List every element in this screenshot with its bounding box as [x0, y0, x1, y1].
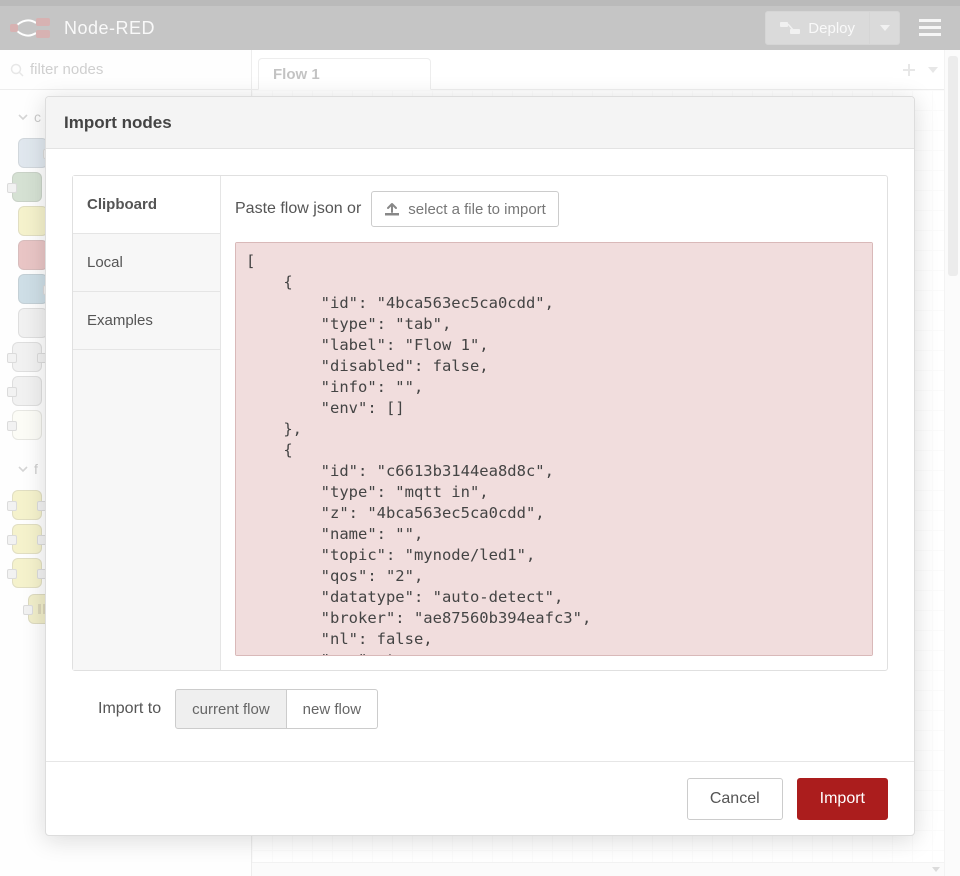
tab-local[interactable]: Local	[73, 234, 220, 292]
select-file-button[interactable]: select a file to import	[371, 191, 559, 227]
tab-examples[interactable]: Examples	[73, 292, 220, 350]
cancel-button[interactable]: Cancel	[687, 778, 783, 820]
import-to-current[interactable]: current flow	[175, 689, 287, 729]
import-to-new[interactable]: new flow	[287, 689, 378, 729]
import-to-toggle: current flow new flow	[175, 689, 378, 729]
import-to-label: Import to	[98, 700, 161, 718]
dialog-footer: Cancel Import	[46, 761, 914, 835]
import-to-row: Import to current flow new flow	[72, 671, 888, 735]
paste-label: Paste flow json or	[235, 200, 361, 218]
upload-icon	[384, 202, 400, 216]
flow-json-textarea[interactable]	[235, 242, 873, 656]
tab-clipboard[interactable]: Clipboard	[73, 176, 220, 234]
select-file-label: select a file to import	[408, 201, 546, 218]
dialog-title: Import nodes	[64, 113, 172, 133]
paste-row: Paste flow json or select a file to impo…	[235, 188, 873, 230]
import-button[interactable]: Import	[797, 778, 888, 820]
import-panel: Clipboard Local Examples Paste flow json…	[72, 175, 888, 671]
dialog-header: Import nodes	[46, 97, 914, 149]
import-dialog: Import nodes Clipboard Local Examples Pa…	[45, 96, 915, 836]
modal-overlay: Import nodes Clipboard Local Examples Pa…	[0, 0, 960, 876]
import-source-tabs: Clipboard Local Examples	[73, 176, 221, 670]
